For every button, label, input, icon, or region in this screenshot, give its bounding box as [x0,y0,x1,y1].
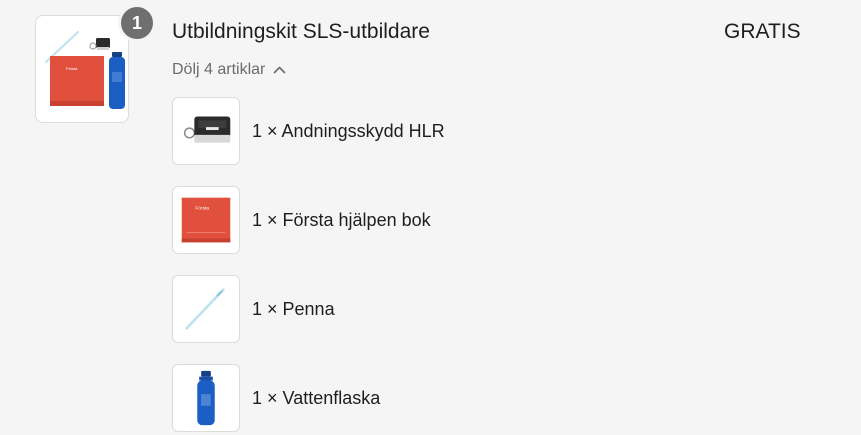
hide-items-label: Dölj 4 artiklar [172,61,266,78]
component-thumbnail: Första [172,186,240,254]
water-bottle-image [197,370,215,426]
bundle-component-row: Första 1 × Första hjälpen bok [172,186,431,254]
component-label: 1 × Andningsskydd HLR [252,120,445,141]
bundle-component-row: 1 × Penna [172,275,335,343]
quantity-badge-count: 1 [131,12,142,33]
bundle-title: Utbildningskit SLS-utbildare [172,20,430,43]
bundle-component-row: 1 × Vattenflaska [172,364,380,432]
hide-items-toggle[interactable]: Dölj 4 artiklar [172,61,286,79]
component-thumbnail [172,364,240,432]
bundle-thumbnail: Första [35,15,129,123]
svg-text:Första: Första [195,205,209,211]
svg-text:Första: Första [66,66,78,71]
training-kit-image: Första [44,30,125,109]
cpr-mask-keychain-image [183,116,231,143]
bundle-price: GRATIS [724,20,801,43]
pen-image [185,288,225,330]
component-label: 1 × Första hjälpen bok [252,209,431,230]
quantity-badge: 1 [118,4,156,42]
component-label: 1 × Penna [252,298,335,319]
bundle-component-row: 1 × Andningsskydd HLR [172,97,445,165]
chevron-up-icon [274,66,286,74]
component-thumbnail [172,275,240,343]
first-aid-book-image: Första [181,197,231,243]
component-thumbnail [172,97,240,165]
component-label: 1 × Vattenflaska [252,387,381,408]
